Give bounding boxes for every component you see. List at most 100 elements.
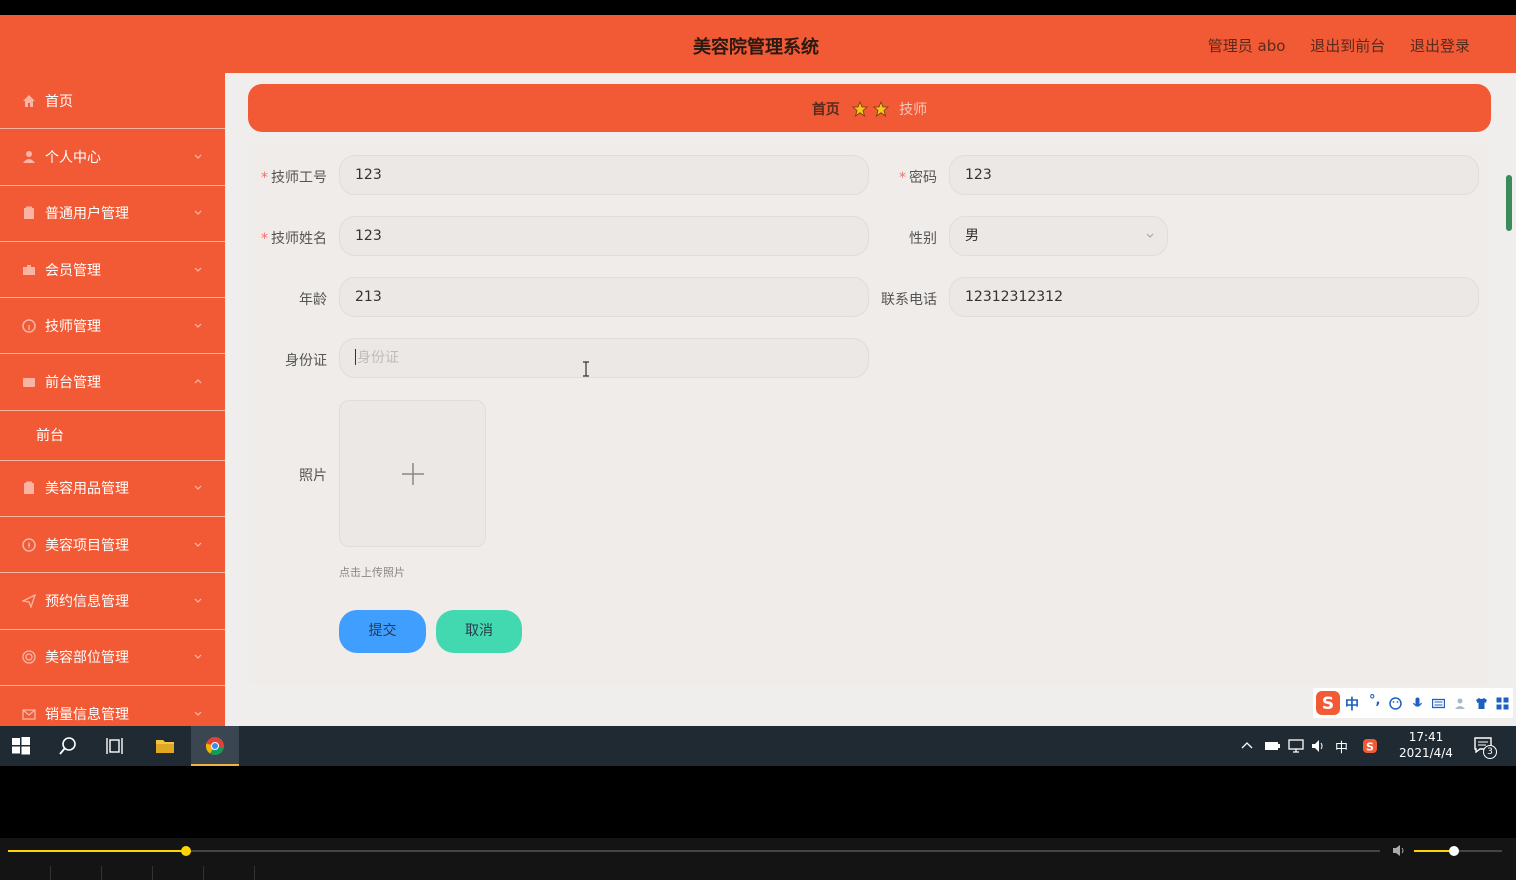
gender-value: 男 [965,228,979,244]
chevron-down-icon [194,654,202,660]
user-icon [23,150,35,163]
briefcase-icon [23,264,35,275]
sidebar-item-label: 技师管理 [45,318,101,335]
chevron-down-icon [1146,233,1154,238]
chevron-down-icon [194,323,202,328]
volume-icon[interactable] [1311,739,1327,753]
star-icon [852,101,869,117]
user-settings-icon[interactable] [1454,697,1467,710]
sidebar-item-beauty-parts[interactable]: 美容部位管理 [0,630,225,686]
search-icon[interactable] [58,736,78,756]
tech-id-label: * 技师工号 [261,170,327,186]
sidebar-item-label: 美容用品管理 [45,481,129,498]
windows-start-icon[interactable] [11,736,31,756]
chrome-taskbar-button[interactable] [191,726,239,766]
technician-form: * 技师工号 123 * 密码 123 * 技师姓名 123 性别 男 年龄 213 … [249,145,1489,685]
chevron-up-icon [194,379,202,384]
svg-text:S: S [1322,694,1334,714]
submit-button[interactable]: 提交 [339,610,426,653]
tray-input-language[interactable]: 中 [1335,737,1348,756]
chevron-down-icon [194,485,202,491]
screen: 美容院管理系统 管理员 abo 退出到前台 退出登录 首页 个人中心 普通用户管… [0,0,1516,880]
compass-icon [22,537,36,552]
seek-bar[interactable] [8,850,1380,852]
plus-icon [402,463,424,485]
home-icon [23,94,35,107]
sidebar-item-member-management[interactable]: 会员管理 [0,242,225,299]
id-card-input[interactable]: 身份证 [339,338,869,378]
volume-slider-fill [1414,850,1454,852]
file-explorer-icon[interactable] [155,736,175,756]
sidebar-subitem-frontdesk[interactable]: 前台 [0,411,225,461]
sidebar-item-technician-management[interactable]: 技师管理 [0,298,225,355]
tech-id-input[interactable]: 123 [339,155,869,195]
speaker-icon[interactable] [1392,844,1406,857]
sidebar-item-beauty-supplies[interactable]: 美容用品管理 [0,461,225,518]
mail-icon [22,708,36,720]
phone-input[interactable]: 12312312312 [949,277,1479,317]
password-input[interactable]: 123 [949,155,1479,195]
toolbox-grid-icon[interactable] [1496,697,1509,710]
ime-language[interactable]: 中 [1345,694,1359,714]
volume-slider-handle[interactable] [1448,846,1459,856]
photo-label: 照片 [299,468,327,484]
exit-to-frontend-link[interactable]: 退出到前台 [1310,37,1385,55]
password-label: * 密码 [899,170,937,186]
chevron-down-icon [194,711,202,716]
tech-name-input[interactable]: 123 [339,216,869,256]
chevron-down-icon [194,267,202,272]
skin-shirt-icon[interactable] [1475,697,1488,710]
sidebar-item-label: 预约信息管理 [45,594,129,611]
player-bottom-strip [0,866,1516,880]
send-icon [22,594,36,609]
sidebar: 首页 个人中心 普通用户管理 会员管理 技师管理 前台管理 前台 美容用品管理 … [0,73,225,726]
gender-select[interactable]: 男 [949,216,1168,256]
keyboard-icon[interactable] [1432,697,1445,710]
ime-punctuation[interactable]: °, [1369,693,1380,708]
sidebar-item-label: 普通用户管理 [45,206,129,223]
taskbar-clock[interactable]: 17:41 2021/4/4 [1395,729,1457,761]
id-card-placeholder: 身份证 [357,350,399,366]
svg-text:S: S [1366,741,1374,754]
emoji-icon[interactable] [1389,697,1402,710]
clipboard-icon [24,206,34,220]
sidebar-item-sales[interactable]: 销量信息管理 [0,686,225,726]
age-input[interactable]: 213 [339,277,869,317]
microphone-icon[interactable] [1411,697,1424,710]
sidebar-item-personal-center[interactable]: 个人中心 [0,129,225,186]
app-window: 美容院管理系统 管理员 abo 退出到前台 退出登录 首页 个人中心 普通用户管… [0,15,1516,726]
sidebar-item-frontdesk-management[interactable]: 前台管理 [0,354,225,411]
header-links: 管理员 abo 退出到前台 退出登录 [1188,35,1470,56]
top-header: 美容院管理系统 管理员 abo 退出到前台 退出登录 [0,15,1516,73]
sidebar-item-label: 个人中心 [45,149,101,166]
scrollbar-thumb[interactable] [1506,175,1512,231]
sogou-tray-icon[interactable]: S [1362,738,1378,754]
phone-label: 联系电话 [881,292,937,308]
task-view-icon[interactable] [106,736,126,756]
wallet-icon [23,378,35,388]
info-circle-icon [22,319,36,333]
cancel-button[interactable]: 取消 [436,610,522,653]
sidebar-item-label: 美容项目管理 [45,537,129,554]
logout-link[interactable]: 退出登录 [1410,37,1470,55]
sidebar-subitem-label: 前台 [36,428,64,445]
tech-name-label: * 技师姓名 [261,231,327,247]
chevron-up-icon[interactable] [1241,740,1253,752]
sidebar-item-home[interactable]: 首页 [0,73,225,130]
chevron-down-icon [194,598,202,603]
battery-icon[interactable] [1264,740,1280,752]
chevron-down-icon [194,210,202,216]
sidebar-item-user-management[interactable]: 普通用户管理 [0,186,225,242]
sidebar-item-beauty-projects[interactable]: 美容项目管理 [0,517,225,574]
seek-bar-handle[interactable] [181,846,192,856]
photo-upload[interactable] [339,400,486,547]
network-icon[interactable] [1288,739,1304,753]
star-icon [872,101,889,117]
sidebar-item-appointments[interactable]: 预约信息管理 [0,573,225,630]
breadcrumb-home[interactable]: 首页 [812,102,840,118]
sogou-logo-icon[interactable]: S [1315,690,1341,716]
age-label: 年龄 [299,292,327,308]
chevron-down-icon [194,542,202,547]
photo-upload-hint: 点击上传照片 [339,566,405,579]
admin-label: 管理员 abo [1207,37,1286,55]
